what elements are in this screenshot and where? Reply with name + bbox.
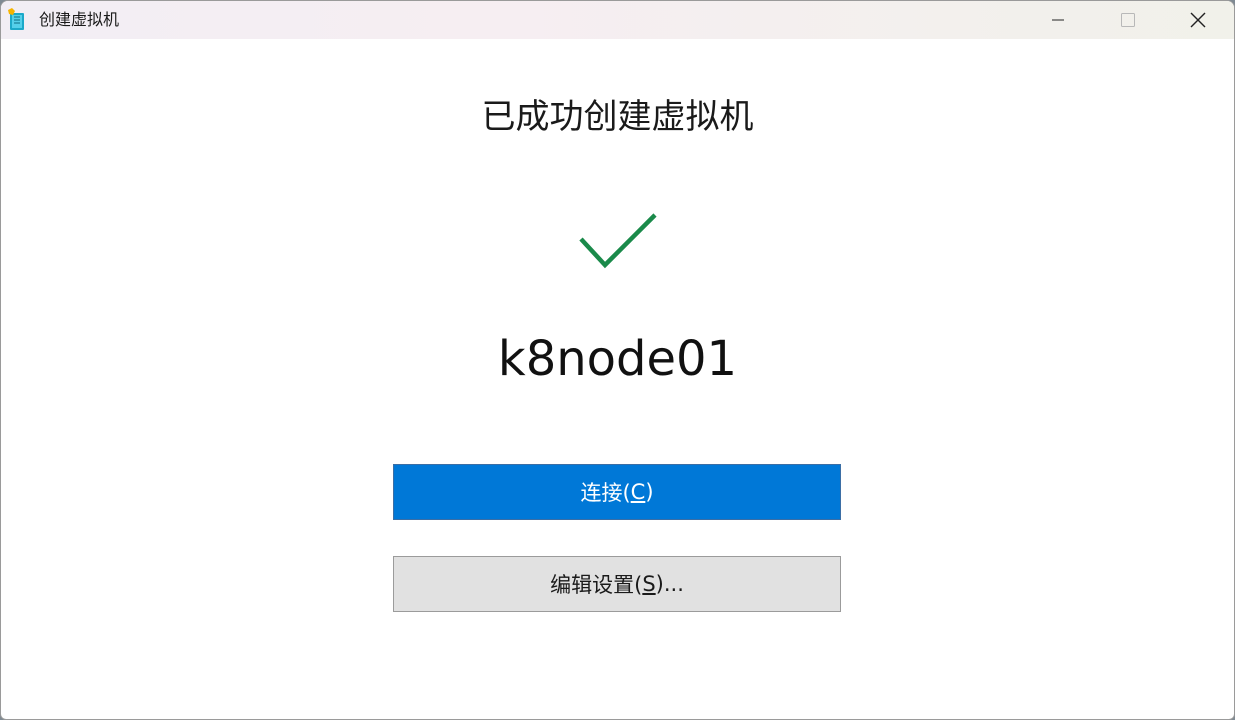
title-bar[interactable]: 创建虚拟机: [1, 1, 1234, 39]
minimize-button[interactable]: [1023, 1, 1093, 39]
checkmark-icon: [579, 213, 657, 269]
connect-button[interactable]: 连接(C): [393, 464, 841, 520]
connect-label: 连接(: [580, 481, 631, 505]
maximize-icon: [1121, 13, 1135, 27]
connect-suffix: ): [645, 480, 654, 504]
vm-name: k8node01: [497, 331, 738, 387]
close-button[interactable]: [1163, 1, 1233, 39]
edit-settings-mnemonic: S: [642, 572, 656, 596]
maximize-button[interactable]: [1093, 1, 1163, 39]
minimize-icon: [1052, 19, 1064, 21]
create-vm-window: 创建虚拟机 已成功创建虚拟机 k8node01 连接(C) 编辑设置(S)...: [0, 0, 1235, 720]
edit-settings-suffix: )...: [655, 572, 684, 596]
connect-mnemonic: C: [630, 480, 646, 504]
close-icon: [1190, 12, 1206, 28]
window-title: 创建虚拟机: [39, 10, 120, 29]
edit-settings-button[interactable]: 编辑设置(S)...: [393, 556, 841, 612]
edit-settings-label: 编辑设置(: [550, 573, 643, 597]
success-heading: 已成功创建虚拟机: [481, 97, 754, 137]
hyper-v-app-icon: [8, 8, 24, 30]
